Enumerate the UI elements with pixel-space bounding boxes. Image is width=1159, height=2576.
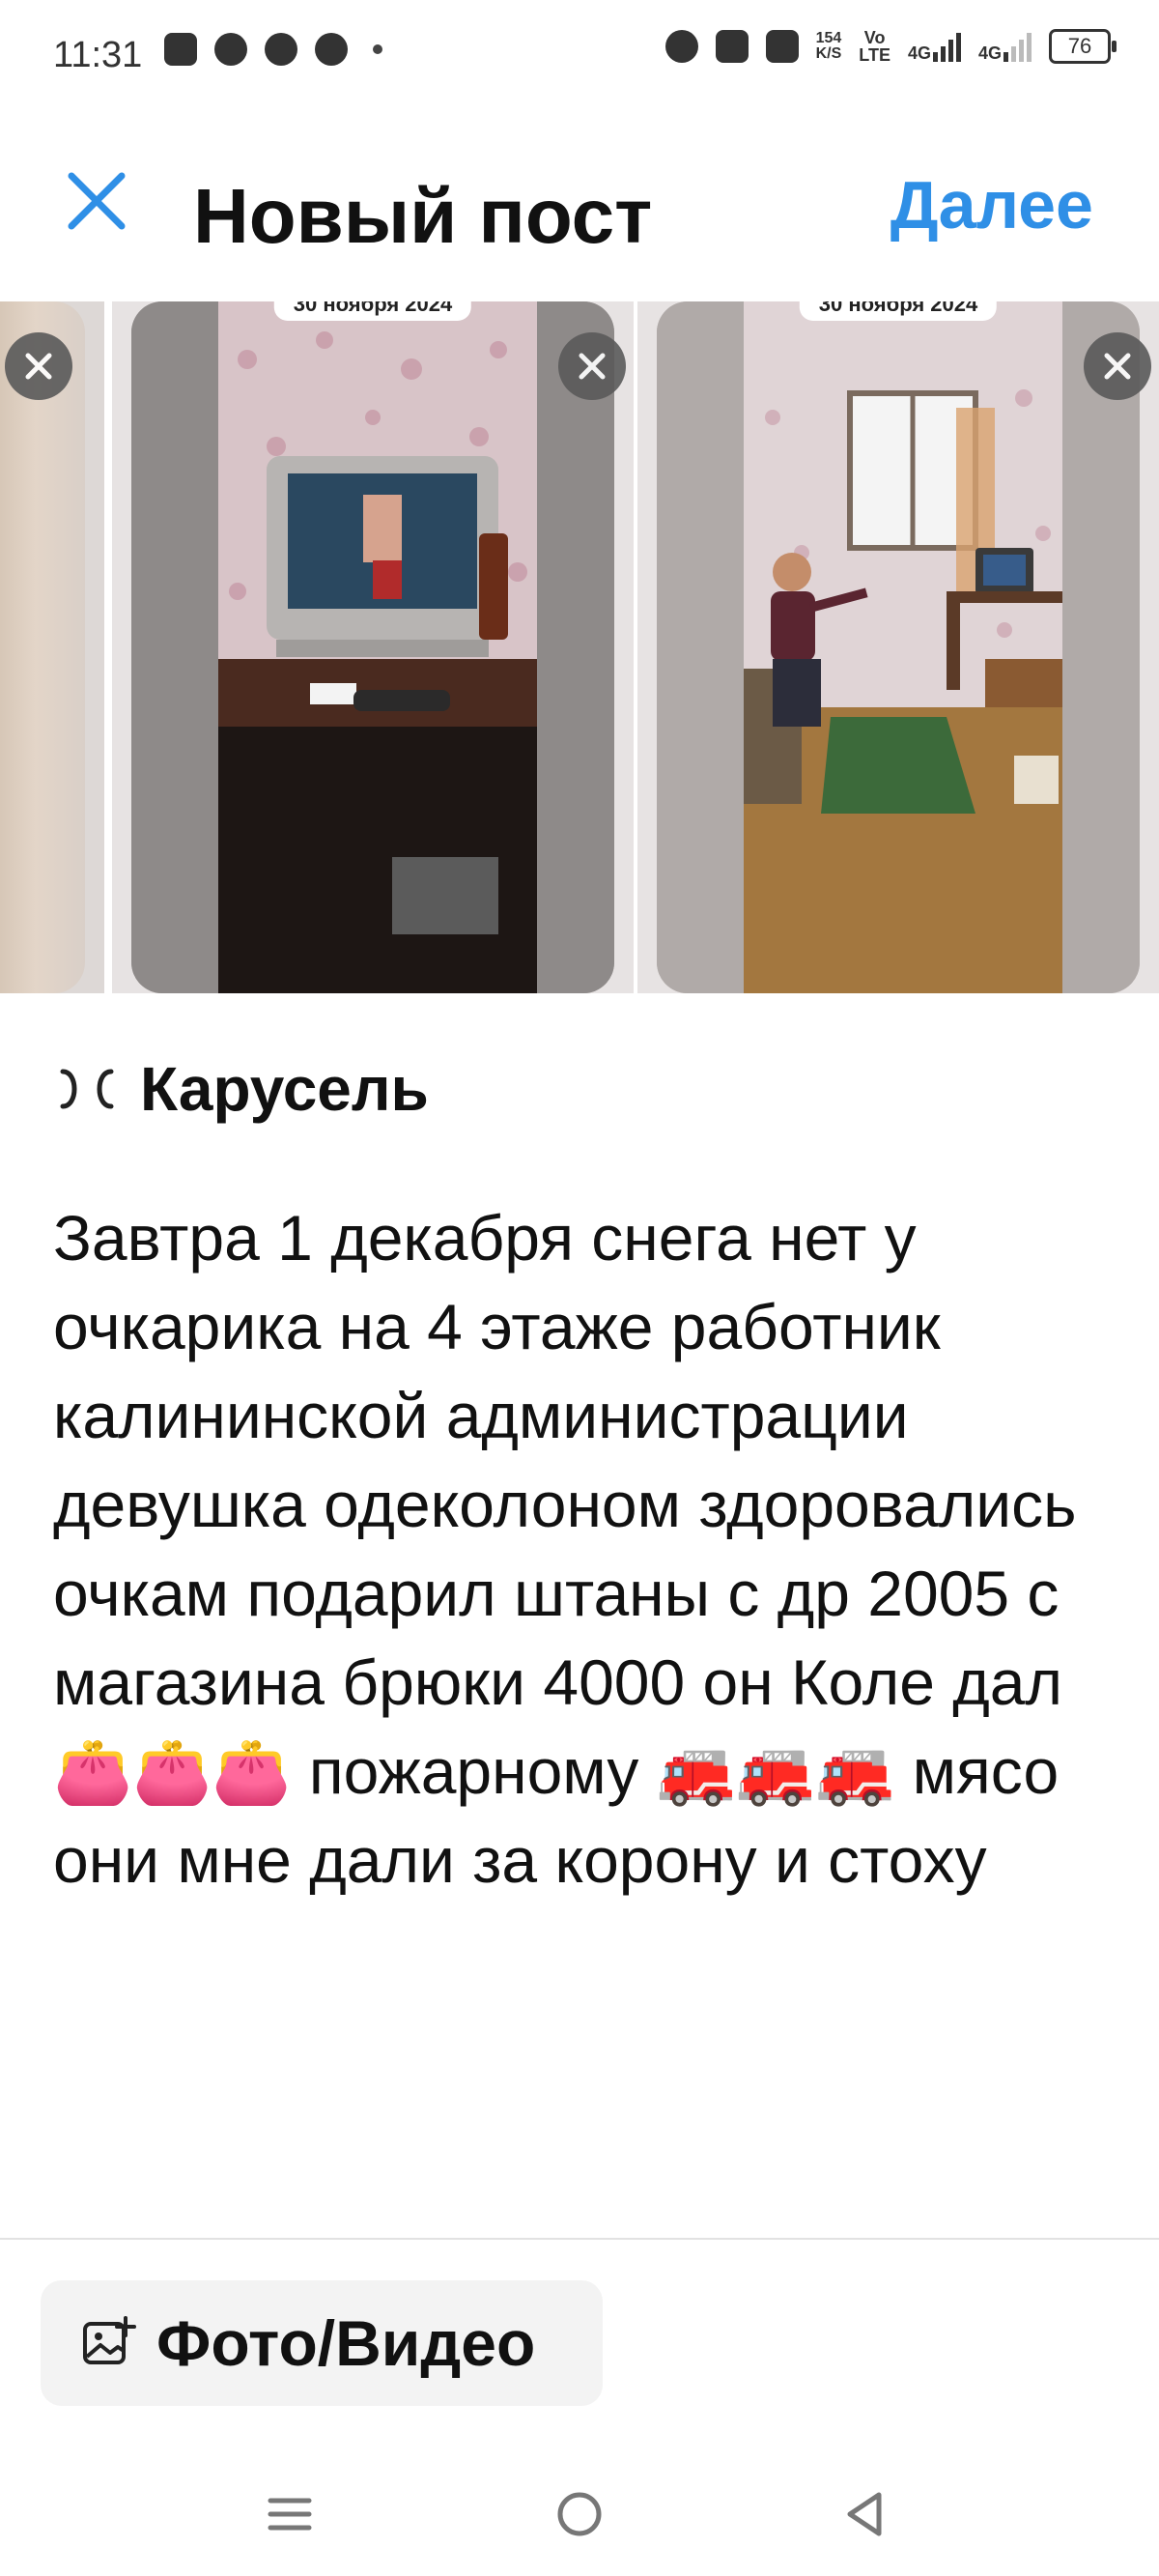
signal-2: 4G: [978, 31, 1032, 62]
vpn-icon: [315, 33, 348, 66]
carousel-label: Карусель: [140, 1054, 429, 1124]
close-icon: [1104, 353, 1131, 380]
battery-icon: 76: [1049, 29, 1117, 64]
remove-photo-button[interactable]: [5, 332, 72, 400]
mute-icon: [765, 30, 799, 63]
photo-thumbnail: [131, 301, 614, 993]
signal-2-bars: [1004, 31, 1032, 62]
carousel-toggle[interactable]: Карусель: [53, 1053, 429, 1125]
back-triangle-icon: [847, 2492, 882, 2536]
system-icons: 154 K/S Vo LTE 4G 4G 76: [664, 29, 1117, 64]
home-button[interactable]: [551, 2485, 608, 2543]
menu-icon: [268, 2498, 312, 2531]
telegram-icon: [214, 33, 247, 66]
photo-slide-2[interactable]: 30 ноября 2024: [637, 301, 1159, 993]
page-title: Новый пост: [193, 173, 653, 259]
volte-bottom: LTE: [859, 45, 890, 65]
message-icon: [164, 33, 197, 66]
alarm-icon: [664, 30, 698, 63]
remove-photo-button[interactable]: [558, 332, 626, 400]
system-nav-bar: [0, 2454, 1159, 2576]
divider: [0, 2238, 1159, 2240]
image-add-icon: [83, 2316, 136, 2364]
close-icon: [25, 353, 52, 380]
more-notifications-dot: [373, 44, 382, 54]
top-app-bar: Новый пост Далее: [0, 116, 1159, 300]
chat-icon: [265, 33, 297, 66]
recent-apps-button[interactable]: [261, 2485, 319, 2543]
photo-date-label: 30 ноября 2024: [273, 301, 472, 321]
signal-1-bars: [932, 31, 961, 62]
network-rate-unit: K/S: [815, 45, 842, 62]
close-button[interactable]: [58, 162, 135, 240]
photo-date-label: 30 ноября 2024: [799, 301, 998, 321]
post-text-field[interactable]: Завтра 1 декабря снега нет у очкарика на…: [53, 1193, 1125, 1904]
photo-slide-1[interactable]: 30 ноября 2024: [112, 301, 634, 993]
network-rate: 154 K/S: [816, 31, 842, 62]
home-circle-icon: [557, 2492, 602, 2536]
next-button[interactable]: Далее: [890, 166, 1093, 243]
battery-level: 76: [1067, 34, 1092, 58]
photo-tv-room: [131, 301, 614, 993]
signal-1-label: 4G: [907, 43, 931, 63]
close-icon: [579, 353, 606, 380]
photo-thumbnail: [0, 301, 85, 993]
signal-2-label: 4G: [977, 43, 1002, 63]
network-rate-value: 154: [815, 30, 842, 46]
add-photo-video-label: Фото/Видео: [156, 2307, 536, 2379]
carousel-icon: [60, 1069, 114, 1109]
volte-indicator: Vo LTE: [859, 29, 890, 64]
status-time: 11:31: [53, 35, 143, 75]
close-icon: [68, 172, 126, 230]
remove-photo-button[interactable]: [1084, 332, 1151, 400]
status-bar: 11:31 154 K/S Vo LTE 4G 4G 76: [0, 0, 1159, 116]
photo-carousel[interactable]: 30 ноября 2024 30 ноября 2024: [0, 301, 1159, 993]
notification-icons: [164, 33, 382, 66]
back-button[interactable]: [836, 2485, 894, 2543]
photo-slide-partial[interactable]: [0, 301, 104, 993]
signal-1: 4G: [908, 31, 961, 62]
photo-thumbnail: [657, 301, 1140, 993]
volte-top: Vo: [863, 28, 886, 47]
photo-man-in-room: [657, 301, 1140, 993]
nfc-icon: [715, 30, 749, 63]
add-photo-video-button[interactable]: Фото/Видео: [41, 2280, 603, 2406]
